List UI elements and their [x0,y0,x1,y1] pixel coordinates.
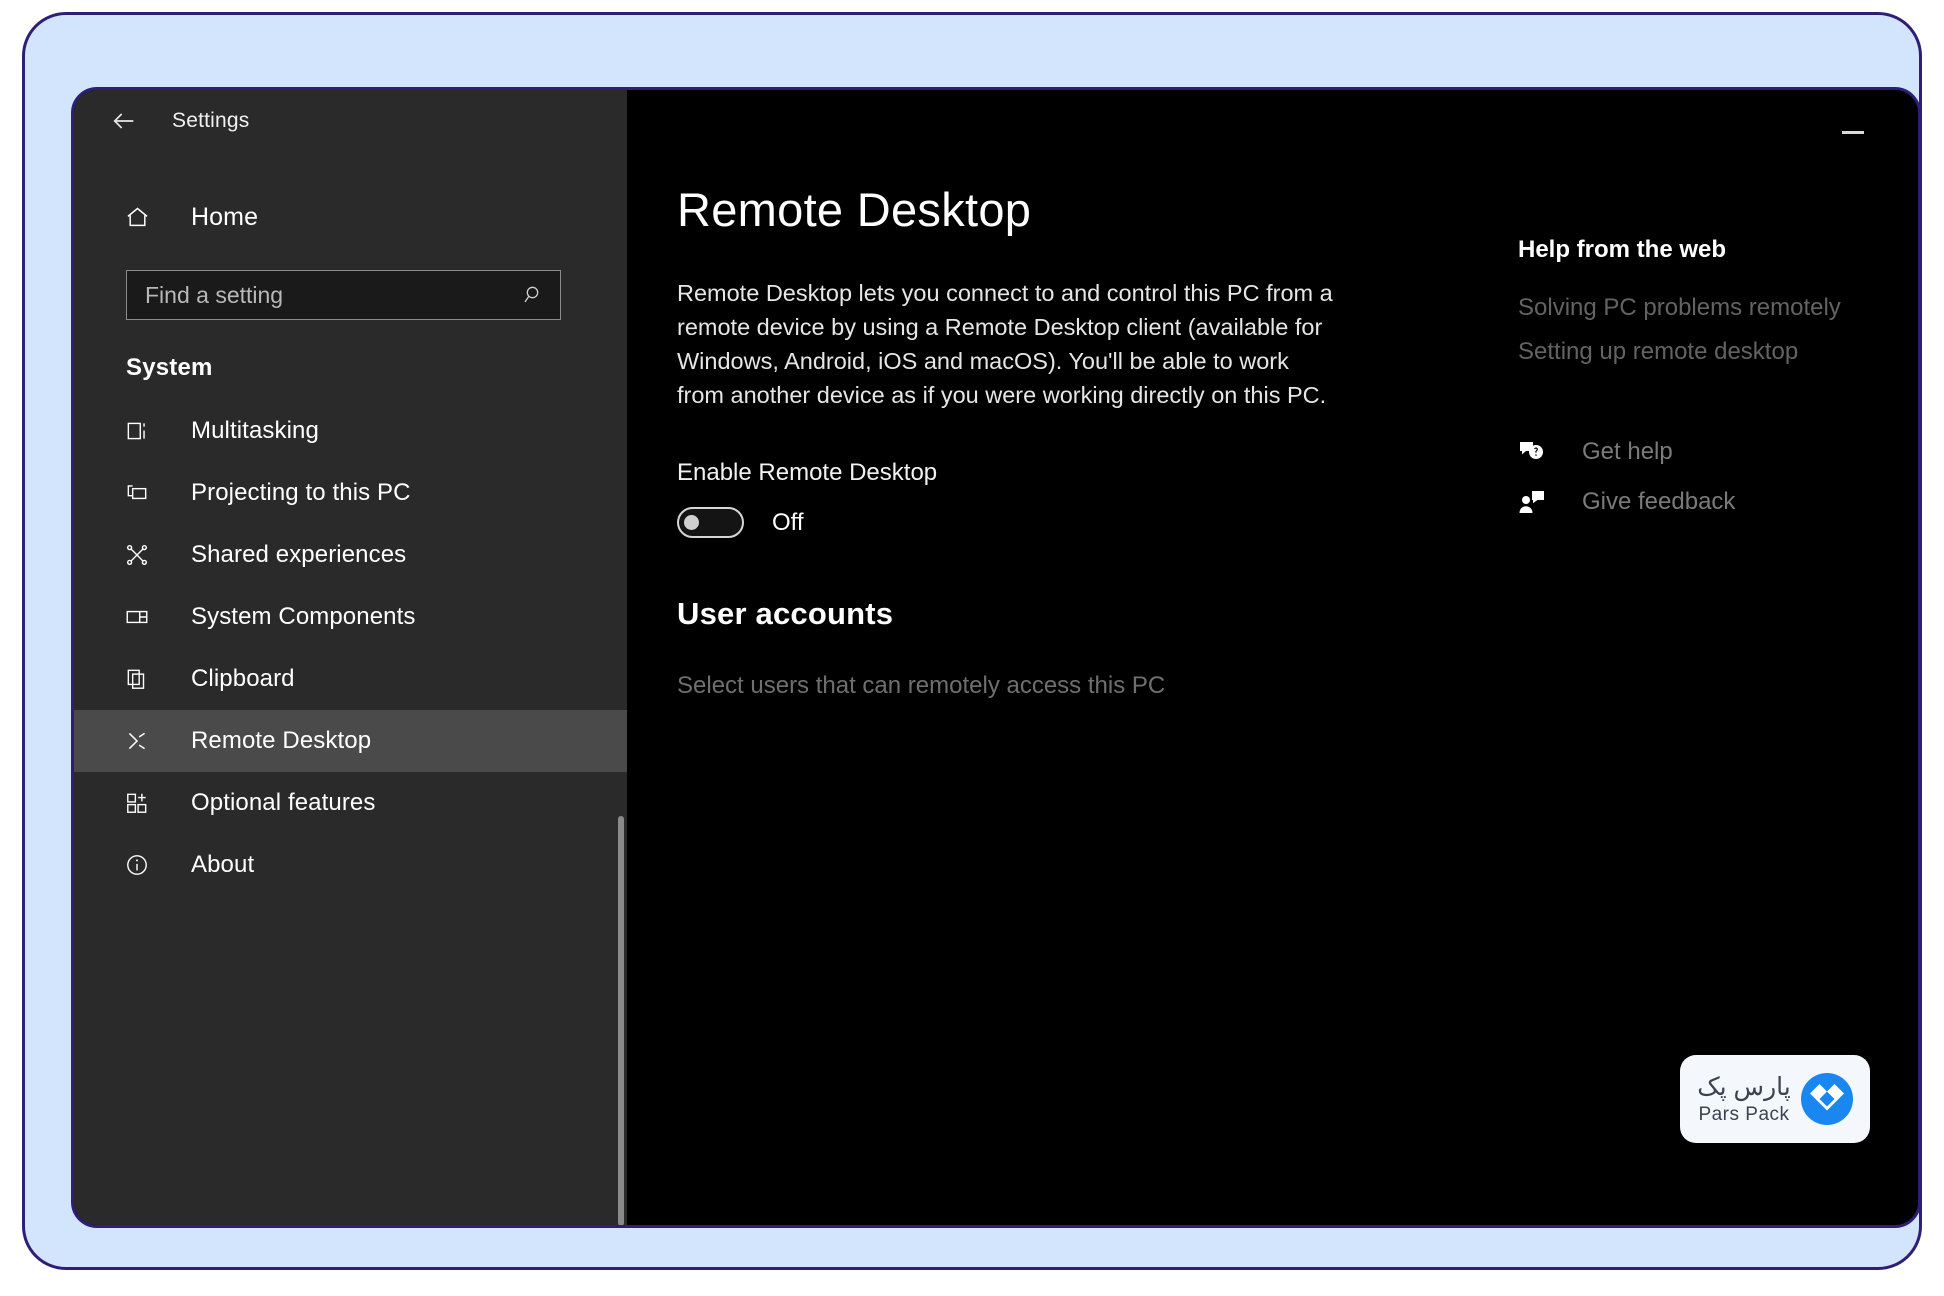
help-actions: Get help Give feedback [1518,438,1918,516]
search-icon[interactable] [522,283,546,307]
give-feedback-action[interactable]: Give feedback [1518,488,1918,516]
sidebar-scrollbar[interactable] [618,816,624,1225]
sidebar-item-remote-desktop[interactable]: Remote Desktop [74,710,627,772]
sidebar-item-projecting-to-this-pc[interactable]: Projecting to this PC [74,462,627,524]
sidebar-item-label: Multitasking [191,417,319,444]
help-panel: Help from the web Solving PC problems re… [1518,90,1918,538]
sidebar-item-label: Remote Desktop [191,727,372,754]
help-link[interactable]: Setting up remote desktop [1518,338,1918,366]
search-input[interactable] [143,280,522,310]
parspack-name-en: Pars Pack [1698,1103,1790,1125]
home-icon [124,204,158,231]
give-feedback-label: Give feedback [1582,488,1736,515]
get-help-label: Get help [1582,438,1673,465]
multitasking-icon [124,418,158,444]
get-help-action[interactable]: Get help [1518,438,1918,466]
outer-frame: Settings Home Find a setting System Mult… [22,12,1922,1270]
sidebar-item-home[interactable]: Home [74,190,627,244]
help-panel-title: Help from the web [1518,236,1727,263]
sidebar-group-heading: System [126,354,213,381]
sidebar-item-system-components[interactable]: System Components [74,586,627,648]
sidebar-item-multitasking[interactable]: Multitasking [74,400,627,462]
toggle-knob [684,515,699,530]
toggle-state-label: Off [772,508,804,536]
parspack-badge: پارس پک Pars Pack [1680,1055,1870,1143]
remote-desktop-icon [124,728,158,754]
settings-window: Settings Home Find a setting System Mult… [71,87,1921,1228]
user-accounts-heading: User accounts [677,596,894,631]
parspack-logo-icon [1800,1073,1853,1125]
parspack-name-fa: پارس پک [1697,1072,1791,1101]
main-content: Remote Desktop Remote Desktop lets you c… [627,90,1918,1225]
select-users-link[interactable]: Select users that can remotely access th… [677,672,1918,700]
feedback-person-icon [1518,489,1552,515]
sidebar-item-clipboard[interactable]: Clipboard [74,648,627,710]
clipboard-icon [124,666,158,692]
back-button[interactable] [98,99,150,143]
sidebar-item-label: Clipboard [191,665,295,692]
info-circle-icon [124,852,158,878]
shared-experiences-icon [124,542,158,568]
optional-features-icon [124,790,158,816]
system-components-icon [124,604,158,630]
sidebar-item-optional-features[interactable]: Optional features [74,772,627,834]
help-link[interactable]: Solving PC problems remotely [1518,294,1918,322]
parspack-wordmark: پارس پک Pars Pack [1697,1072,1791,1125]
search-box[interactable] [126,270,561,320]
sidebar-nav-list: Multitasking Projecting to this PC Share… [74,400,627,896]
sidebar-item-home-label: Home [191,202,259,231]
sidebar-item-shared-experiences[interactable]: Shared experiences [74,524,627,586]
app-title: Settings [172,109,250,132]
sidebar: Settings Home Find a setting System Mult… [74,90,627,1225]
sidebar-item-label: Shared experiences [191,541,407,568]
title-bar: Settings [74,90,627,152]
projecting-icon [124,480,158,506]
sidebar-item-label: Projecting to this PC [191,479,411,506]
sidebar-item-label: Optional features [191,789,376,816]
sidebar-item-about[interactable]: About [74,834,627,896]
help-bubble-icon [1518,439,1552,465]
sidebar-item-label: About [191,851,255,878]
enable-remote-desktop-toggle[interactable] [677,507,744,538]
sidebar-item-label: System Components [191,603,416,630]
page-description: Remote Desktop lets you connect to and c… [677,280,1333,408]
